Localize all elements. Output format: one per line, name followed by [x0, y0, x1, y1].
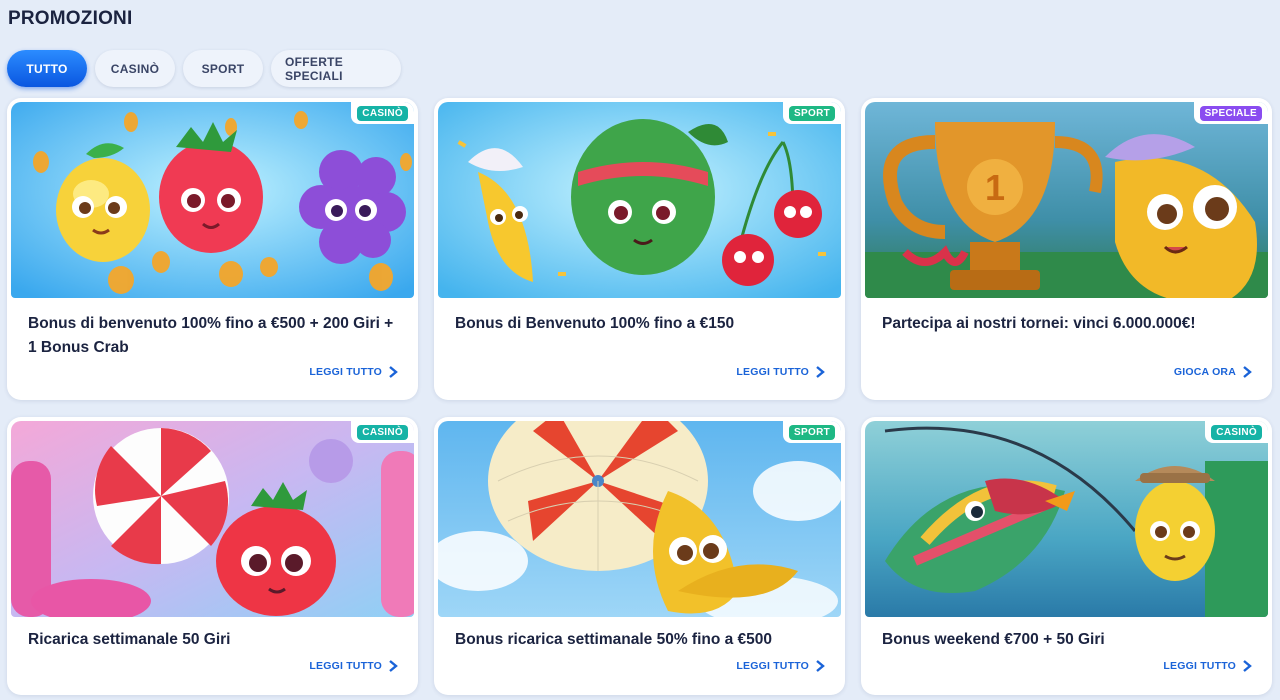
read-more-link[interactable]: LEGGI TUTTO: [309, 660, 398, 672]
promo-image-candy: [11, 421, 414, 617]
promo-image-trophy: 1: [865, 102, 1268, 298]
category-badge: CASINÒ: [351, 421, 414, 443]
read-more-link[interactable]: LEGGI TUTTO: [736, 366, 825, 378]
read-more-link[interactable]: LEGGI TUTTO: [736, 660, 825, 672]
promo-image-watermelon: [438, 102, 841, 298]
category-badge: SPORT: [783, 421, 841, 443]
svg-text:1: 1: [985, 167, 1005, 208]
promo-title: Partecipa ai nostri tornei: vinci 6.000.…: [882, 315, 1196, 332]
promotions-grid: CASINÒ Bonus di benvenuto 100% fino a €5…: [7, 98, 1273, 695]
promo-card[interactable]: SPORT Bonus ricarica settimanale 50% fin…: [434, 417, 845, 695]
tab-tutto[interactable]: TUTTO: [7, 50, 87, 87]
page-title: PROMOZIONI: [8, 8, 133, 29]
promo-title: Bonus weekend €700 + 50 Giri: [882, 631, 1105, 648]
chevron-right-icon: [389, 660, 398, 672]
read-more-link[interactable]: LEGGI TUTTO: [1163, 660, 1252, 672]
promo-card[interactable]: CASINÒ Bonus di benvenuto 100% fino a €5…: [7, 98, 418, 400]
read-more-link[interactable]: LEGGI TUTTO: [309, 366, 398, 378]
promo-image-fruits: [11, 102, 414, 298]
play-now-link[interactable]: GIOCA ORA: [1174, 366, 1252, 378]
promo-card[interactable]: CASINÒ Bonus weekend €700 + 50 Giri LEGG…: [861, 417, 1272, 695]
promo-card[interactable]: 1 SPECIALE Partecipa ai nostri tornei: v…: [861, 98, 1272, 400]
chevron-right-icon: [389, 366, 398, 378]
promo-image-parachute: [438, 421, 841, 617]
chevron-right-icon: [1243, 366, 1252, 378]
tab-casino[interactable]: CASINÒ: [95, 50, 175, 87]
category-badge: CASINÒ: [1205, 421, 1268, 443]
chevron-right-icon: [816, 366, 825, 378]
chevron-right-icon: [816, 660, 825, 672]
tab-offerte-speciali[interactable]: OFFERTE SPECIALI: [271, 50, 401, 87]
chevron-right-icon: [1243, 660, 1252, 672]
category-badge: SPECIALE: [1193, 102, 1268, 124]
promo-title: Bonus ricarica settimanale 50% fino a €5…: [455, 631, 773, 648]
tab-sport[interactable]: SPORT: [183, 50, 263, 87]
promo-image-fishing: [865, 421, 1268, 617]
promo-title: Ricarica settimanale 50 Giri: [28, 631, 231, 648]
promo-card[interactable]: SPORT Bonus di Benvenuto 100% fino a €15…: [434, 98, 845, 400]
filter-tabs: TUTTO CASINÒ SPORT OFFERTE SPECIALI: [7, 50, 401, 87]
promo-title: Bonus di Benvenuto 100% fino a €150: [455, 315, 735, 332]
category-badge: CASINÒ: [351, 102, 414, 124]
category-badge: SPORT: [783, 102, 841, 124]
promo-title: Bonus di benvenuto 100% fino a €500 + 20…: [28, 315, 394, 356]
promo-card[interactable]: CASINÒ Ricarica settimanale 50 Giri LEGG…: [7, 417, 418, 695]
